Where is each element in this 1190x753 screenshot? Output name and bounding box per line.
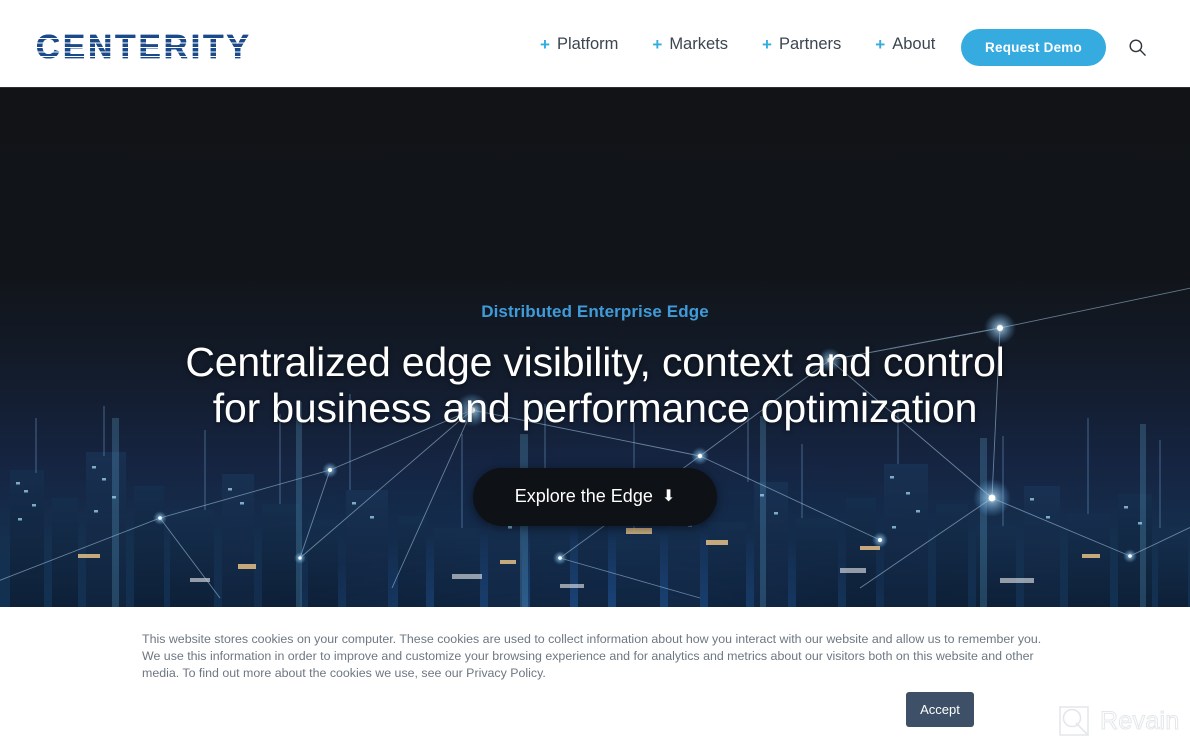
main-navigation: + Platform + Markets + Partners + About: [540, 0, 969, 88]
plus-icon: +: [875, 34, 886, 54]
hero-headline: Centralized edge visibility, context and…: [185, 339, 1004, 432]
nav-item-markets[interactable]: + Markets: [652, 35, 728, 54]
plus-icon: +: [540, 34, 550, 54]
headline-line-2: for business and performance optimizatio…: [212, 385, 978, 432]
site-header: CENTERITY + Platform + Markets + Partner…: [0, 0, 1190, 88]
cta-label: Explore the Edge: [514, 486, 653, 507]
nav-label: Markets: [669, 34, 728, 53]
headline-line-1: Centralized edge visibility, context and…: [185, 339, 1005, 385]
search-icon: [1128, 38, 1146, 56]
cookie-consent-text: This website stores cookies on your comp…: [142, 632, 1042, 681]
nav-label: About: [892, 34, 936, 53]
nav-item-platform[interactable]: + Platform: [540, 35, 618, 54]
nav-label: Partners: [778, 34, 842, 53]
site-logo[interactable]: CENTERITY: [36, 28, 252, 65]
hero-section: Distributed Enterprise Edge Centralized …: [0, 88, 1190, 608]
nav-label: Platform: [556, 34, 619, 53]
explore-the-edge-button[interactable]: Explore the Edge ⬇: [472, 467, 718, 526]
plus-icon: +: [652, 34, 663, 54]
search-button[interactable]: [1124, 34, 1150, 60]
hero-content: Distributed Enterprise Edge Centralized …: [0, 88, 1190, 608]
cookie-consent-banner: This website stores cookies on your comp…: [0, 607, 1190, 753]
logo-wordmark: CENTERITY: [36, 28, 252, 65]
plus-icon: +: [762, 34, 772, 54]
arrow-down-icon: ⬇: [661, 487, 676, 505]
request-demo-button[interactable]: Request Demo: [961, 29, 1106, 66]
nav-item-about[interactable]: + About: [875, 35, 935, 54]
hero-eyebrow: Distributed Enterprise Edge: [481, 302, 709, 321]
cookie-accept-button[interactable]: Accept: [906, 692, 974, 727]
nav-item-partners[interactable]: + Partners: [762, 35, 841, 54]
